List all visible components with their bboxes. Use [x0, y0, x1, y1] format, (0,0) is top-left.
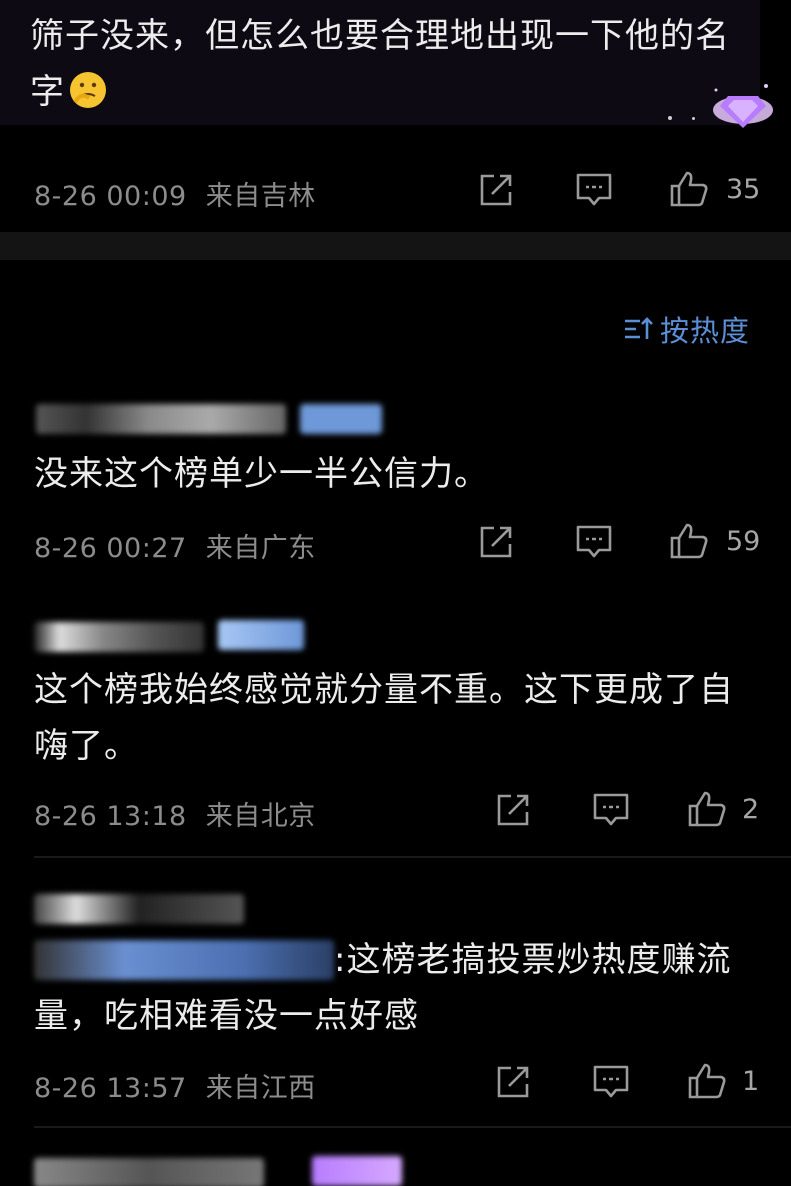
comment-button[interactable]	[592, 792, 630, 828]
top-comment-meta: 8-26 00:09 来自吉林	[34, 174, 316, 213]
user-badge-blurred	[312, 1156, 402, 1186]
comment-meta: 8-26 13:18 来自北京	[34, 794, 316, 833]
location: 来自吉林	[205, 181, 316, 212]
location: 来自江西	[205, 1073, 316, 1104]
location: 来自北京	[205, 801, 316, 832]
comment-icon	[593, 1065, 629, 1098]
share-button[interactable]	[478, 172, 514, 208]
comment-meta: 8-26 13:57 来自江西	[34, 1066, 316, 1105]
share-icon	[497, 794, 529, 826]
comment-icon	[576, 525, 612, 558]
timestamp: 8-26 13:18	[34, 801, 187, 832]
like-count: 1	[742, 1066, 760, 1097]
divider	[34, 1126, 791, 1128]
username-blurred	[36, 404, 286, 434]
share-button[interactable]	[495, 1064, 531, 1100]
thumbs-up-icon	[688, 1063, 726, 1099]
like-button[interactable]	[669, 522, 709, 560]
share-icon	[480, 174, 512, 206]
reply-header-blurred	[34, 894, 244, 924]
thinking-emoji-icon	[67, 69, 109, 111]
like-button[interactable]	[687, 1062, 727, 1100]
sparkle-dot	[692, 117, 695, 120]
share-icon	[480, 526, 512, 558]
sort-toggle[interactable]: 按热度	[622, 308, 750, 350]
sort-icon	[622, 315, 654, 343]
share-button[interactable]	[495, 792, 531, 828]
section-separator	[0, 232, 791, 260]
sparkle-dot	[668, 116, 672, 120]
comment-text: 没来这个榜单少一半公信力。	[34, 454, 489, 494]
comment-item: 没来这个榜单少一半公信力。 8-26 00:27 来自广东 59	[0, 390, 791, 580]
comment-meta: 8-26 00:27 来自广东	[34, 526, 316, 565]
comment-icon	[593, 793, 629, 826]
timestamp: 8-26 00:27	[34, 533, 187, 564]
divider	[34, 856, 791, 858]
comment-button[interactable]	[575, 524, 613, 560]
thumbs-up-icon	[670, 523, 708, 559]
share-button[interactable]	[478, 524, 514, 560]
username-blurred	[34, 622, 204, 652]
share-icon	[497, 1066, 529, 1098]
diamond-badge-icon	[708, 78, 778, 136]
comment-text: :这榜老搞投票炒热度赚流量，吃相难看没一点好感	[34, 940, 732, 1036]
comment-text: 这个榜我始终感觉就分量不重。这下更成了自嗨了。	[34, 670, 734, 766]
top-comment: 筛子没来，但怎么也要合理地出现一下他的名字 8-26 00:09 来自吉林 35	[0, 0, 791, 232]
comment-icon	[576, 173, 612, 206]
comment-button[interactable]	[575, 172, 613, 208]
comment-item: :这榜老搞投票炒热度赚流量，吃相难看没一点好感 8-26 13:57 来自江西 …	[0, 880, 791, 1120]
sort-label: 按热度	[660, 314, 751, 348]
like-count: 2	[742, 794, 760, 825]
timestamp: 8-26 13:57	[34, 1073, 187, 1104]
username-blurred	[34, 1158, 264, 1186]
like-button[interactable]	[669, 170, 709, 208]
user-badge-blurred	[218, 620, 304, 650]
location: 来自广东	[205, 533, 316, 564]
comment-item: 这个榜我始终感觉就分量不重。这下更成了自嗨了。 8-26 13:18 来自北京 …	[0, 608, 791, 848]
like-count: 35	[726, 174, 761, 205]
comment-button[interactable]	[592, 1064, 630, 1100]
thumbs-up-icon	[688, 791, 726, 827]
top-comment-text: 筛子没来，但怎么也要合理地出现一下他的名字	[30, 16, 730, 112]
timestamp: 8-26 00:09	[34, 181, 187, 212]
thumbs-up-icon	[670, 171, 708, 207]
like-button[interactable]	[687, 790, 727, 828]
comment-item-partial	[0, 1150, 791, 1186]
like-count: 59	[726, 526, 761, 557]
user-badge-blurred	[300, 404, 382, 434]
